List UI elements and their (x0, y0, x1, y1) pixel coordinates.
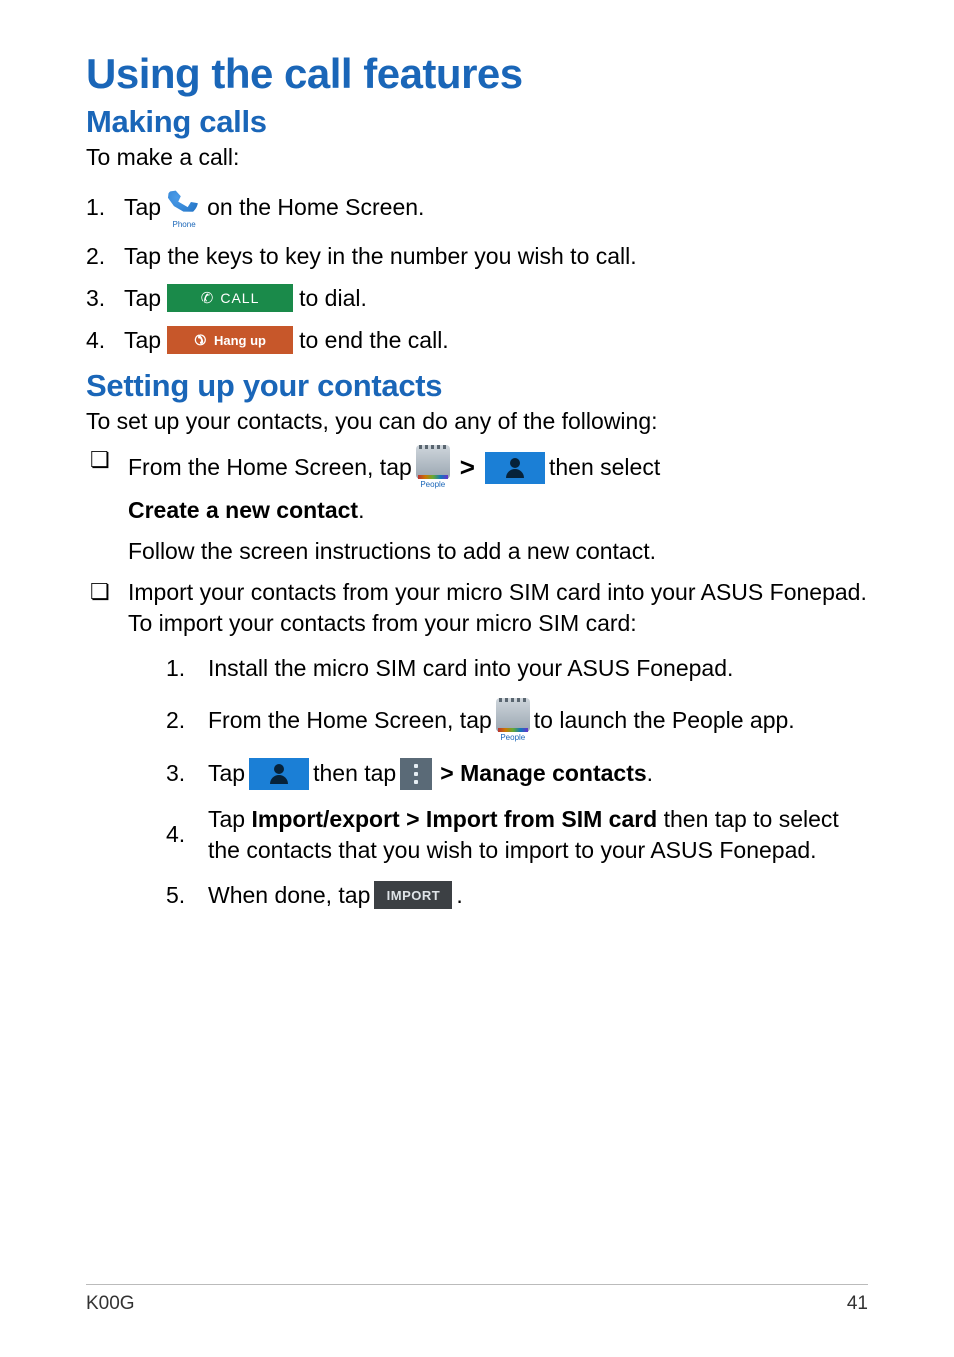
text: Tap (208, 806, 251, 832)
text: then tap (313, 758, 396, 789)
text: to launch the People app. (534, 705, 795, 736)
phone-icon-label: Phone (173, 220, 196, 229)
footer-model: K00G (86, 1293, 135, 1315)
section-setting-contacts: Setting up your contacts (86, 368, 868, 404)
text: Install the micro SIM card into your ASU… (208, 653, 868, 684)
text: . (647, 758, 653, 789)
text: then select (549, 452, 660, 483)
step-number: 1. (166, 653, 208, 684)
step-number: 2. (86, 243, 124, 270)
breadcrumb-separator: > (460, 450, 475, 485)
people-app-icon: People (496, 698, 530, 744)
people-icon-label: People (420, 480, 445, 491)
menu-item-manage-contacts: Manage contacts (460, 760, 647, 786)
text: . (358, 495, 364, 526)
manual-page: Using the call features Making calls To … (0, 0, 954, 1357)
text: Tap (208, 758, 245, 789)
step-number: 2. (166, 705, 208, 736)
section-making-calls: Making calls (86, 104, 868, 140)
intro-make-call: To make a call: (86, 144, 868, 171)
step-number: 4. (166, 819, 208, 850)
footer-page-number: 41 (847, 1293, 868, 1315)
phone-app-icon: Phone (167, 185, 201, 229)
step-1: 1. Tap Phone on the Home Screen. (86, 185, 868, 229)
text: When done, tap (208, 880, 370, 911)
people-icon-label: People (500, 733, 525, 744)
intro-set-contacts: To set up your contacts, you can do any … (86, 408, 868, 435)
step-text: Tap (124, 194, 161, 221)
import-steps: 1. Install the micro SIM card into your … (128, 653, 868, 911)
text: Import your contacts from your micro SIM… (128, 577, 868, 639)
handset-down-icon: ✆ (190, 329, 210, 349)
text: From the Home Screen, tap (128, 452, 412, 483)
step-number: 3. (86, 285, 124, 312)
step-number: 4. (86, 327, 124, 354)
step-2: 2. Tap the keys to key in the number you… (86, 243, 868, 270)
breadcrumb-separator: > (440, 760, 460, 786)
step-text: Tap (124, 285, 161, 312)
page-title: Using the call features (86, 50, 868, 98)
call-button-label: CALL (220, 290, 259, 306)
handset-icon: ✆ (201, 289, 215, 307)
sub-step-4: 4. Tap Import/export > Import from SIM c… (166, 804, 868, 866)
step-text: to dial. (299, 285, 367, 312)
sub-step-1: 1. Install the micro SIM card into your … (166, 653, 868, 684)
option-import-sim: Import your contacts from your micro SIM… (86, 577, 868, 911)
text: From the Home Screen, tap (208, 705, 492, 736)
hangup-button-label: Hang up (214, 333, 266, 348)
text: Follow the screen instructions to add a … (128, 536, 868, 567)
menu-item-create-contact: Create a new contact (128, 495, 358, 526)
option-create-contact: From the Home Screen, tap People > then … (86, 445, 868, 567)
sub-step-5: 5. When done, tap IMPORT . (166, 880, 868, 911)
step-text: Tap (124, 327, 161, 354)
step-number: 3. (166, 758, 208, 789)
import-button-graphic: IMPORT (374, 881, 452, 909)
page-footer: K00G 41 (86, 1284, 868, 1315)
step-4: 4. Tap ✆ Hang up to end the call. (86, 326, 868, 354)
step-text: on the Home Screen. (207, 194, 424, 221)
step-text: Tap the keys to key in the number you wi… (124, 243, 637, 270)
call-button-graphic: ✆ CALL (167, 284, 293, 312)
text: . (456, 880, 462, 911)
step-number: 5. (166, 880, 208, 911)
step-3: 3. Tap ✆ CALL to dial. (86, 284, 868, 312)
step-number: 1. (86, 194, 124, 221)
person-tab-icon (485, 452, 545, 484)
hangup-button-graphic: ✆ Hang up (167, 326, 293, 354)
sub-step-2: 2. From the Home Screen, tap People to l… (166, 698, 868, 744)
person-tab-icon (249, 758, 309, 790)
step-text: to end the call. (299, 327, 449, 354)
steps-make-call: 1. Tap Phone on the Home Screen. 2. Tap … (86, 185, 868, 354)
contacts-options: From the Home Screen, tap People > then … (86, 445, 868, 911)
sub-step-3: 3. Tap then tap > Manage contacts . (166, 758, 868, 790)
people-app-icon: People (416, 445, 450, 491)
menu-path-import-export: Import/export > Import from SIM card (251, 806, 657, 832)
overflow-menu-icon (400, 758, 432, 790)
